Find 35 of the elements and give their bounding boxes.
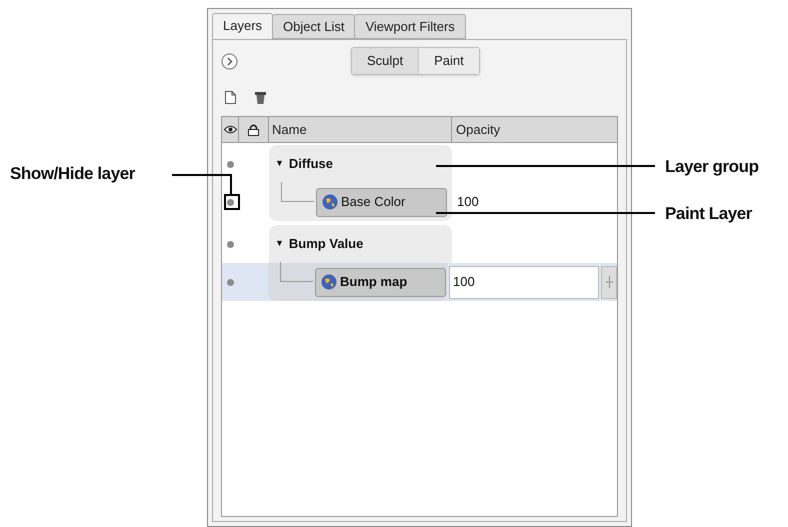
mode-toggle-button[interactable]: Sculpt [352,48,418,74]
group-name: Bump Value [288,235,364,254]
expand-arrow[interactable]: ▼ [275,237,284,251]
eye-icon [224,125,236,134]
spinner-button[interactable] [601,266,617,298]
trash-icon[interactable] [255,90,266,104]
globe-icon [322,194,338,210]
leader-line [172,174,232,195]
tab[interactable]: Viewport Filters [354,14,466,39]
paint-layer-button[interactable]: Bump map [314,268,446,296]
opacity-value: 100 [456,193,480,212]
tree-line [281,182,314,202]
column-header[interactable]: Opacity [452,117,617,142]
lock-icon [248,124,259,136]
tab[interactable]: Object List [272,14,356,39]
layer-row[interactable]: Bump map 100 [222,263,617,301]
group-name: Diffuse [288,155,333,174]
chevron-circle-icon[interactable] [221,52,238,70]
callout-label: Paint Layer [665,203,752,225]
layer-group-header[interactable]: ▼ Bump Value [269,225,452,263]
callout-label: Show/Hide layer [10,163,135,185]
mode-toggle-button[interactable]: Paint [418,48,479,74]
globe-icon [320,274,337,290]
layer-group-header[interactable]: ▼ Diffuse [269,145,452,183]
paint-layer-button[interactable]: Base Color [316,188,447,216]
callout-label: Layer group [665,156,759,178]
spinner-icon [606,276,612,288]
new-page-icon[interactable] [225,90,236,104]
tree-line [280,262,313,282]
layer-row[interactable]: Base Color 100 [222,183,617,221]
column-header[interactable]: Name [269,117,452,142]
expand-arrow[interactable]: ▼ [275,157,284,171]
tab[interactable]: Layers [212,13,274,39]
highlight-frame [224,194,240,210]
opacity-field[interactable]: 100 [449,266,599,298]
